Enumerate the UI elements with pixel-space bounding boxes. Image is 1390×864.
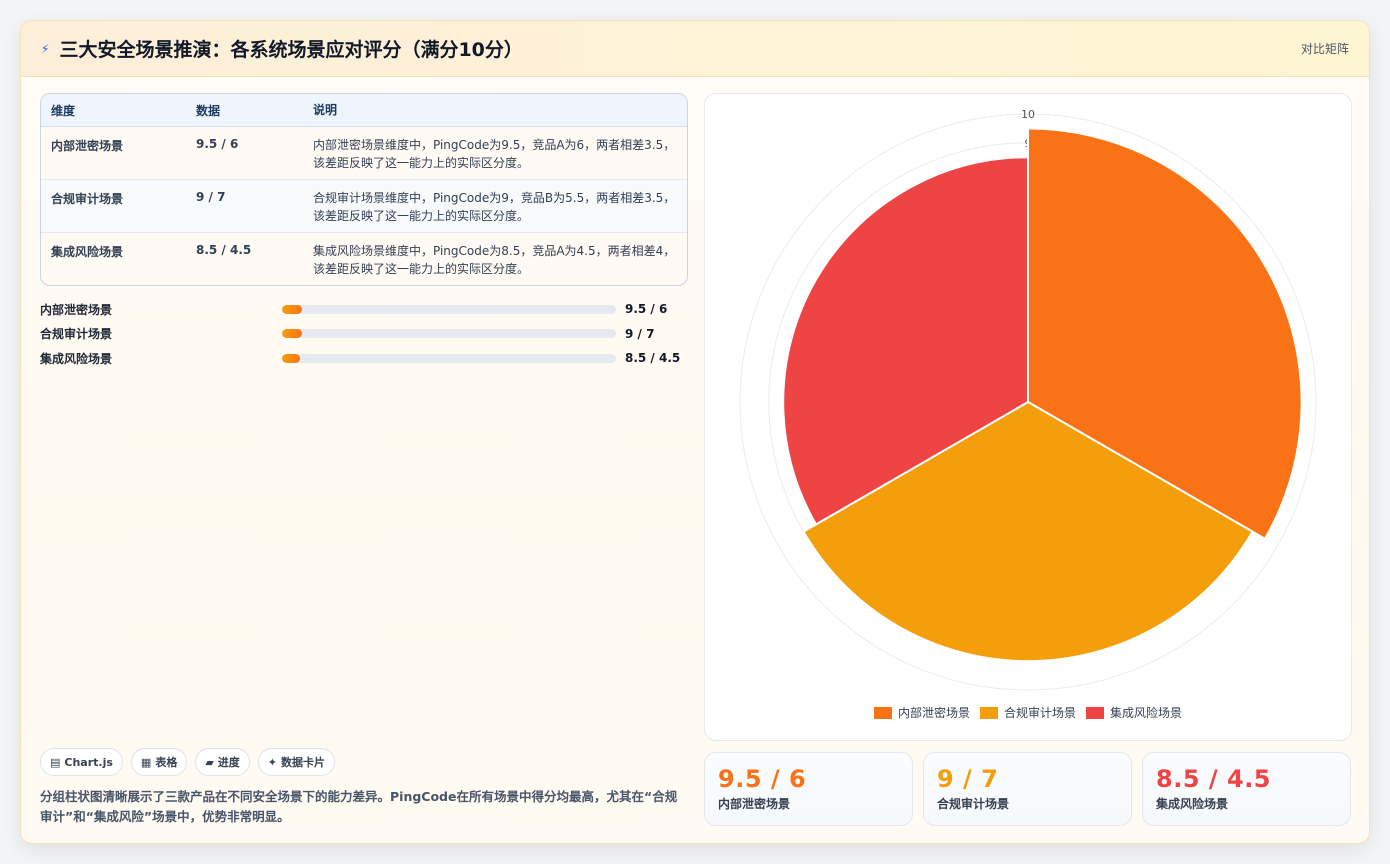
table-row: 内部泄密场景 9.5 / 6 内部泄密场景维度中，PingCode为9.5，竞品… (41, 127, 687, 180)
stat-card: 9 / 7 合规审计场景 (923, 752, 1132, 826)
page-title: 三大安全场景推演：各系统场景应对评分（满分10分） (59, 39, 523, 61)
chart-panel: 12345678910 内部泄密场景 合规审计场景 集成风险场景 (704, 93, 1352, 741)
progress-label: 合规审计场景 (40, 327, 113, 342)
stat-value: 9.5 / 6 (718, 765, 807, 793)
progress-fill (282, 304, 303, 314)
legend-swatch (979, 706, 998, 719)
chip-chartjs[interactable]: ▤ Chart.js (40, 748, 123, 776)
stat-value: 8.5 / 4.5 (1156, 765, 1272, 793)
progress-label: 内部泄密场景 (40, 302, 113, 317)
legend-swatch (873, 706, 892, 719)
progress-value: 9 / 7 (625, 326, 655, 341)
column-header: 维度 (51, 103, 76, 118)
chip-progress[interactable]: ▰ 进度 (195, 748, 250, 776)
legend-label: 合规审计场景 (1003, 706, 1076, 720)
chip-data-card[interactable]: ✦ 数据卡片 (257, 748, 336, 776)
polar-area-chart: 12345678910 (739, 108, 1317, 691)
scenario-card: ⚡ 三大安全场景推演：各系统场景应对评分（满分10分） 对比矩阵 维度 数据 说… (20, 20, 1370, 844)
progress-track (282, 329, 616, 339)
chart-icon: ▤ (50, 755, 61, 769)
data-table: 维度 数据 说明 内部泄密场景 9.5 / 6 内部泄密场景维度中，PingCo… (40, 93, 688, 286)
cell-data: 9.5 / 6 (196, 137, 239, 151)
legend-label: 内部泄密场景 (897, 706, 970, 720)
legend-item[interactable]: 内部泄密场景 (873, 704, 970, 721)
table-row: 合规审计场景 9 / 7 合规审计场景维度中，PingCode为9，竞品B为5.… (41, 180, 687, 233)
progress-fill (282, 329, 303, 339)
stat-label: 合规审计场景 (937, 797, 1010, 811)
legend-item[interactable]: 合规审计场景 (979, 704, 1076, 721)
cell-note: 内部泄密场景维度中，PingCode为9.5，竞品A为6，两者相差3.5，该差距… (313, 138, 676, 170)
stat-card: 8.5 / 4.5 集成风险场景 (1142, 752, 1351, 826)
progress-fill (282, 353, 301, 363)
progress-icon: ▰ (205, 755, 214, 769)
card-header: ⚡ 三大安全场景推演：各系统场景应对评分（满分10分） 对比矩阵 (21, 21, 1369, 77)
progress-list: 内部泄密场景 9.5 / 6 合规审计场景 9 / 7 集成风险场景 8.5 /… (40, 297, 688, 371)
chip-label: 进度 (217, 756, 240, 769)
legend-item[interactable]: 集成风险场景 (1086, 704, 1182, 721)
progress-row: 集成风险场景 8.5 / 4.5 (40, 346, 688, 371)
column-header: 数据 (196, 103, 221, 118)
stat-label: 集成风险场景 (1156, 797, 1229, 811)
table-icon: ▦ (140, 755, 152, 769)
progress-label: 集成风险场景 (40, 351, 113, 366)
cell-data: 9 / 7 (196, 190, 226, 204)
chip-label: Chart.js (64, 755, 113, 769)
stat-card: 9.5 / 6 内部泄密场景 (704, 752, 913, 826)
tag-chips: ▤ Chart.js ▦ 表格 ▰ 进度 ✦ 数据卡片 (40, 748, 336, 776)
cell-dimension: 内部泄密场景 (51, 139, 124, 153)
cell-data: 8.5 / 4.5 (196, 243, 252, 257)
progress-track (282, 353, 616, 363)
summary-text: 分组柱状图清晰展示了三款产品在不同安全场景下的能力差异。PingCode在所有场… (40, 789, 678, 824)
chart-legend: 内部泄密场景 合规审计场景 集成风险场景 (705, 704, 1351, 721)
progress-row: 合规审计场景 9 / 7 (40, 322, 688, 347)
legend-label: 集成风险场景 (1110, 706, 1183, 720)
progress-track (282, 304, 616, 314)
table-row: 集成风险场景 8.5 / 4.5 集成风险场景维度中，PingCode为8.5，… (41, 233, 687, 285)
table-header: 维度 数据 说明 (41, 94, 687, 127)
progress-value: 8.5 / 4.5 (625, 351, 681, 366)
stat-label: 内部泄密场景 (718, 797, 791, 811)
tick-label: 10 (1021, 108, 1035, 121)
cell-dimension: 合规审计场景 (51, 192, 124, 206)
card-icon: ✦ (267, 755, 278, 769)
chip-label: 表格 (155, 756, 178, 769)
cell-dimension: 集成风险场景 (51, 245, 124, 259)
progress-row: 内部泄密场景 9.5 / 6 (40, 297, 688, 322)
column-header: 说明 (313, 103, 338, 117)
legend-swatch (1086, 706, 1104, 719)
chip-table[interactable]: ▦ 表格 (130, 748, 188, 776)
progress-value: 9.5 / 6 (625, 302, 668, 317)
cell-note: 集成风险场景维度中，PingCode为8.5，竞品A为4.5，两者相差4，该差距… (313, 244, 676, 276)
chip-label: 数据卡片 (281, 756, 326, 769)
bolt-icon: ⚡ (41, 41, 50, 56)
stat-value: 9 / 7 (937, 765, 999, 793)
matrix-switch-link[interactable]: 对比矩阵 (1301, 40, 1349, 57)
cell-note: 合规审计场景维度中，PingCode为9，竞品B为5.5，两者相差3.5，该差距… (313, 191, 676, 223)
